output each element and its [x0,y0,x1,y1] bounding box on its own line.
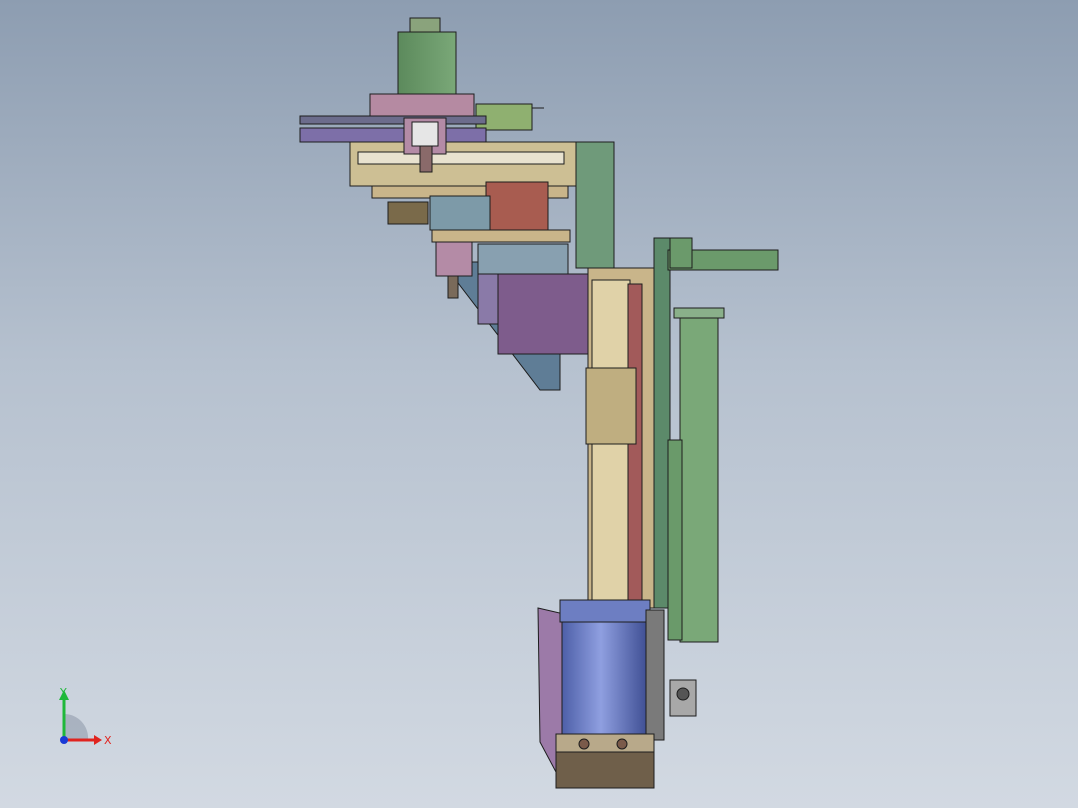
axis-triad: Y X [59,686,112,747]
assembly-model[interactable] [0,0,1078,808]
z-axis-dot [60,736,68,744]
base-block[interactable] [555,733,655,789]
cad-viewport[interactable]: Y X [0,0,1078,808]
right-rail[interactable] [667,237,779,643]
y-axis-label: Y [59,686,67,699]
triad-arc [64,713,89,740]
vertical-column[interactable] [575,141,671,611]
x-axis-arrow [94,735,102,745]
linear-slide-y[interactable] [435,241,589,391]
top-motor[interactable] [369,17,544,131]
x-axis-label: X [104,734,112,747]
